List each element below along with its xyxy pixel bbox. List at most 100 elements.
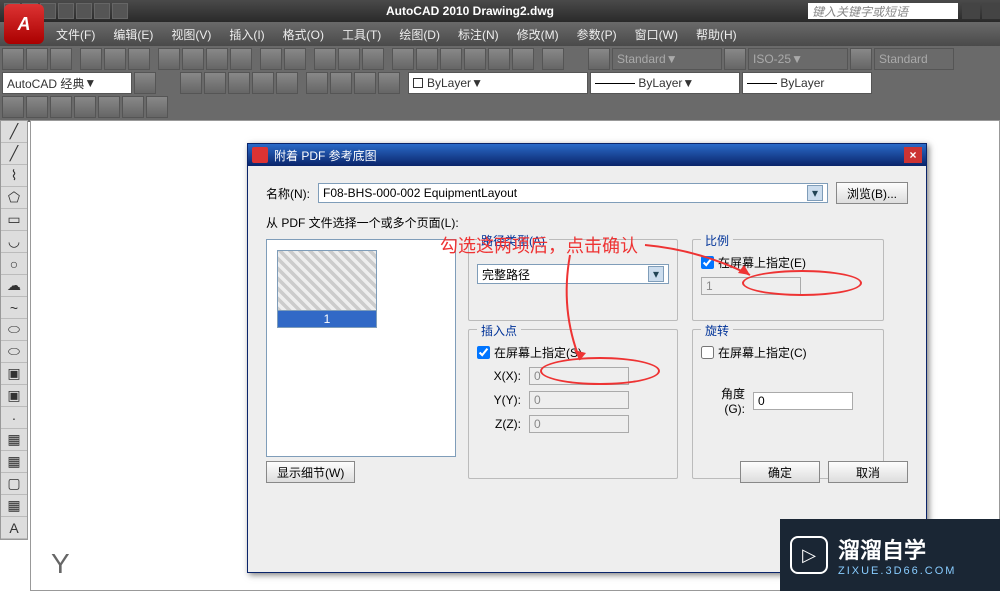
rot-onscreen-input[interactable] <box>701 346 714 359</box>
tb-undo-icon[interactable] <box>260 48 282 70</box>
layer-combo[interactable]: ByLayer▼ <box>408 72 588 94</box>
page-thumbnail[interactable]: 1 <box>277 250 377 328</box>
tb-block1-icon[interactable] <box>306 72 328 94</box>
tb-zoom-icon[interactable] <box>338 48 360 70</box>
tb-redo-icon[interactable] <box>284 48 306 70</box>
menu-edit[interactable]: 编辑(E) <box>107 24 159 45</box>
scale-onscreen-checkbox[interactable]: 在屏幕上指定(E) <box>701 254 875 271</box>
browse-button[interactable]: 浏览(B)... <box>836 182 908 204</box>
tb-match-icon[interactable] <box>230 48 252 70</box>
menu-file[interactable]: 文件(F) <box>50 24 101 45</box>
gradient-icon[interactable]: ▦ <box>1 451 27 473</box>
tb-props-icon[interactable] <box>392 48 414 70</box>
tb-block2-icon[interactable] <box>330 72 352 94</box>
tb-dd1-icon[interactable] <box>2 96 24 118</box>
dimstyle-combo[interactable]: ISO-25▼ <box>748 48 848 70</box>
linetype-combo[interactable]: ByLayer▼ <box>590 72 740 94</box>
point-icon[interactable]: · <box>1 407 27 429</box>
tb-layer3-icon[interactable] <box>228 72 250 94</box>
tb-block4-icon[interactable] <box>378 72 400 94</box>
tb-help-icon[interactable] <box>542 48 564 70</box>
lineweight-combo[interactable]: ByLayer <box>742 72 872 94</box>
tb-dd2-icon[interactable] <box>26 96 48 118</box>
close-button[interactable]: × <box>904 147 922 163</box>
menu-window[interactable]: 窗口(W) <box>629 24 684 45</box>
minimize-button[interactable] <box>962 3 980 19</box>
xline-icon[interactable]: ╱ <box>1 143 27 165</box>
tb-pan-icon[interactable] <box>314 48 336 70</box>
tb-markup-icon[interactable] <box>488 48 510 70</box>
ok-button[interactable]: 确定 <box>740 461 820 483</box>
circle-icon[interactable]: ○ <box>1 253 27 275</box>
tb-tablestyle-icon[interactable] <box>850 48 872 70</box>
region-icon[interactable]: ▢ <box>1 473 27 495</box>
makeblock-icon[interactable]: ▣ <box>1 385 27 407</box>
pline-icon[interactable]: ⌇ <box>1 165 27 187</box>
workspace-combo[interactable]: AutoCAD 经典▼ <box>2 72 132 94</box>
tb-block3-icon[interactable] <box>354 72 376 94</box>
qat-redo-icon[interactable] <box>76 3 92 19</box>
polygon-icon[interactable]: ⬠ <box>1 187 27 209</box>
chevron-down-icon[interactable]: ▾ <box>648 266 664 282</box>
tb-publish-icon[interactable] <box>128 48 150 70</box>
tb-zoomprev-icon[interactable] <box>362 48 384 70</box>
tablestyle-combo[interactable]: Standard <box>874 48 954 70</box>
scale-onscreen-input[interactable] <box>701 256 714 269</box>
tb-textstyle-icon[interactable] <box>588 48 610 70</box>
tb-dd6-icon[interactable] <box>122 96 144 118</box>
spline-icon[interactable]: ~ <box>1 297 27 319</box>
app-button[interactable]: A <box>4 4 44 44</box>
ellipse-icon[interactable]: ⬭ <box>1 319 27 341</box>
tb-print-icon[interactable] <box>80 48 102 70</box>
block-icon[interactable]: ▣ <box>1 363 27 385</box>
menu-modify[interactable]: 修改(M) <box>511 24 565 45</box>
tb-layer4-icon[interactable] <box>252 72 274 94</box>
hatch-icon[interactable]: ▦ <box>1 429 27 451</box>
page-preview-list[interactable]: 1 <box>266 239 456 457</box>
menu-draw[interactable]: 绘图(D) <box>393 24 446 45</box>
tb-dimstyle-icon[interactable] <box>724 48 746 70</box>
menu-view[interactable]: 视图(V) <box>165 24 217 45</box>
tb-dd4-icon[interactable] <box>74 96 96 118</box>
arc-icon[interactable]: ◡ <box>1 231 27 253</box>
tb-cut-icon[interactable] <box>158 48 180 70</box>
tb-calc-icon[interactable] <box>512 48 534 70</box>
tb-ws-icon[interactable] <box>134 72 156 94</box>
tb-paste-icon[interactable] <box>206 48 228 70</box>
tb-dc-icon[interactable] <box>416 48 438 70</box>
path-type-select[interactable]: 完整路径 ▾ <box>477 264 669 284</box>
tb-preview-icon[interactable] <box>104 48 126 70</box>
maximize-button[interactable] <box>982 3 1000 19</box>
qat-undo-icon[interactable] <box>58 3 74 19</box>
textstyle-combo[interactable]: Standard▼ <box>612 48 722 70</box>
tb-ssm-icon[interactable] <box>464 48 486 70</box>
qat-print-icon[interactable] <box>94 3 110 19</box>
line-icon[interactable]: ╱ <box>1 121 27 143</box>
tb-dd7-icon[interactable] <box>146 96 168 118</box>
tb-save-icon[interactable] <box>50 48 72 70</box>
ellipsearc-icon[interactable]: ⬭ <box>1 341 27 363</box>
revcloud-icon[interactable]: ☁ <box>1 275 27 297</box>
tb-new-icon[interactable] <box>2 48 24 70</box>
chevron-down-icon[interactable]: ▾ <box>807 185 823 201</box>
tb-copy-icon[interactable] <box>182 48 204 70</box>
name-select[interactable]: F08-BHS-000-002 EquipmentLayout ▾ <box>318 183 828 203</box>
show-details-button[interactable]: 显示细节(W) <box>266 461 355 483</box>
menu-param[interactable]: 参数(P) <box>571 24 623 45</box>
menu-insert[interactable]: 插入(I) <box>223 24 270 45</box>
tb-layer1-icon[interactable] <box>180 72 202 94</box>
tb-dd5-icon[interactable] <box>98 96 120 118</box>
tb-dd3-icon[interactable] <box>50 96 72 118</box>
rot-onscreen-checkbox[interactable]: 在屏幕上指定(C) <box>701 344 875 361</box>
mtext-icon[interactable]: A <box>1 517 27 539</box>
help-search-input[interactable]: 键入关键字或短语 <box>808 3 958 19</box>
tb-layer5-icon[interactable] <box>276 72 298 94</box>
dialog-titlebar[interactable]: 附着 PDF 参考底图 × <box>248 144 926 166</box>
rect-icon[interactable]: ▭ <box>1 209 27 231</box>
tb-open-icon[interactable] <box>26 48 48 70</box>
angle-input[interactable] <box>753 392 853 410</box>
menu-tools[interactable]: 工具(T) <box>336 24 387 45</box>
tb-layer2-icon[interactable] <box>204 72 226 94</box>
menu-format[interactable]: 格式(O) <box>277 24 330 45</box>
menu-help[interactable]: 帮助(H) <box>690 24 743 45</box>
